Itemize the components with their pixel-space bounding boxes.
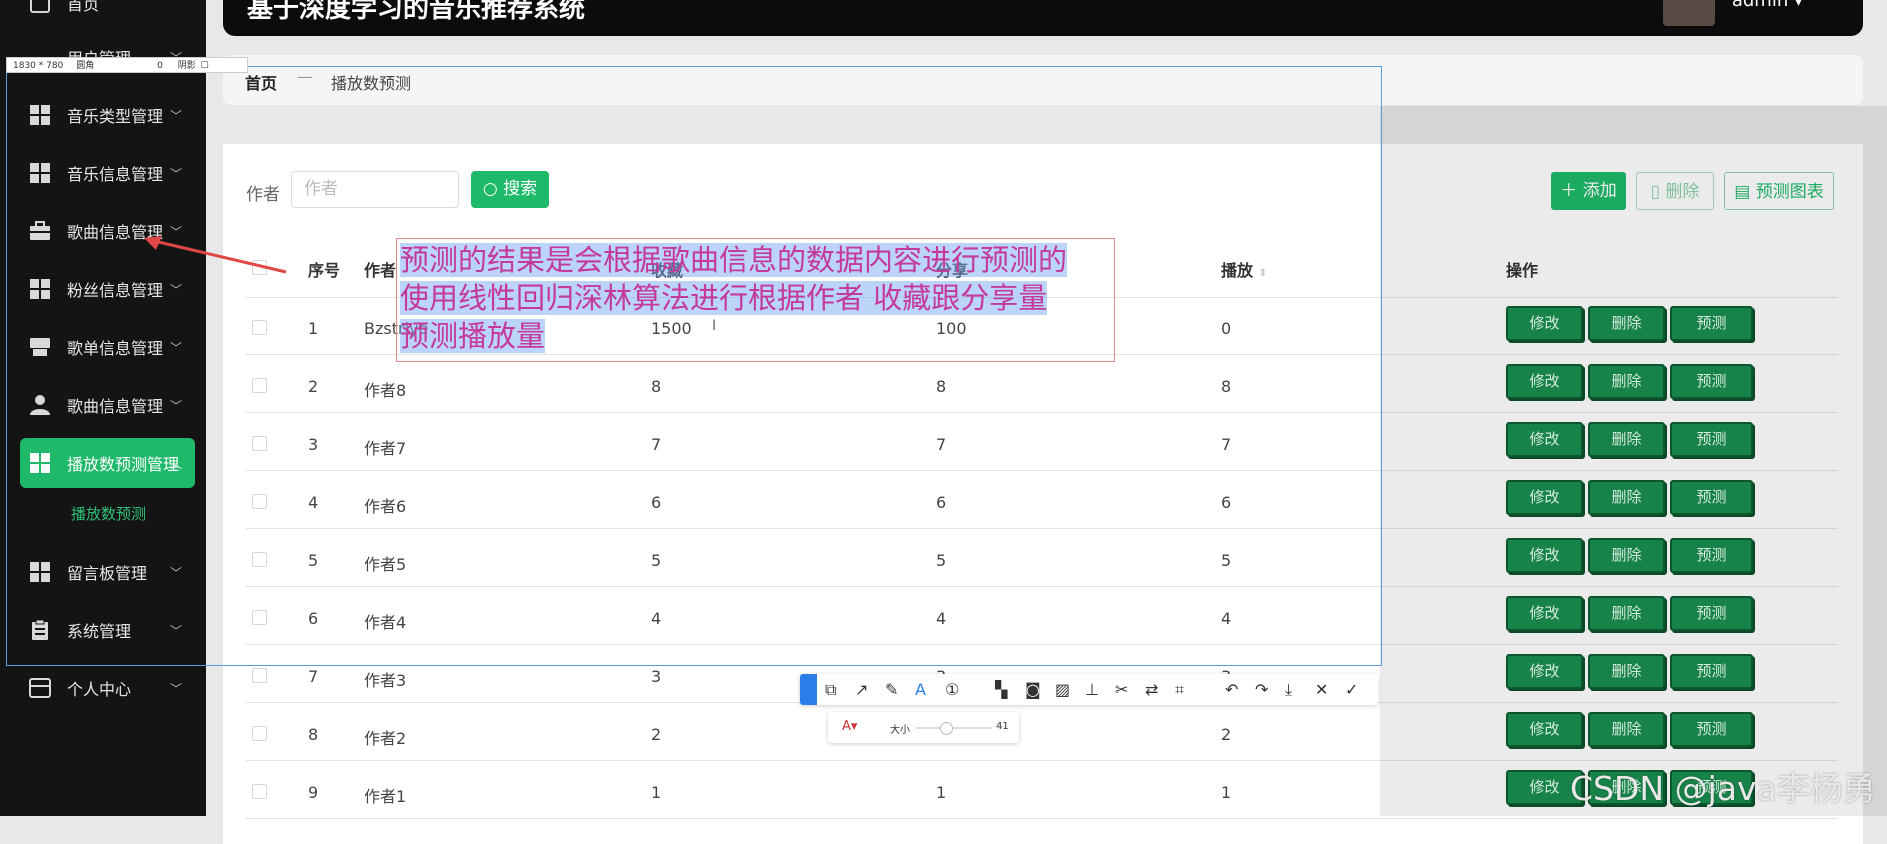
- edit-button[interactable]: 修改: [1506, 596, 1583, 631]
- arrow-icon[interactable]: ↗: [855, 680, 868, 699]
- blur-icon[interactable]: ▨: [1055, 680, 1070, 699]
- predict-button[interactable]: 预测: [1670, 364, 1753, 399]
- add-button-label: 添加: [1582, 181, 1617, 201]
- cell-no: 7: [308, 667, 319, 686]
- row-checkbox[interactable]: [252, 784, 267, 799]
- cell-author: 作者1: [364, 787, 407, 806]
- text-annotation: 预测的结果是会根据歌曲信息的数据内容进行预测的 使用线性回归深林算法进行根据作者…: [400, 241, 1068, 355]
- avatar[interactable]: [1663, 0, 1715, 26]
- divider: [246, 818, 1838, 819]
- translate-icon[interactable]: ⇄: [1145, 680, 1158, 699]
- column-header-actions: 操作: [1506, 261, 1539, 280]
- edit-button[interactable]: 修改: [1506, 538, 1583, 573]
- cell-no: 8: [308, 725, 319, 744]
- capture-info-bar: 1830 * 780 圆角 0 阴影 ☐: [6, 57, 248, 73]
- chart-button-label: 预测图表: [1755, 182, 1824, 202]
- mosaic-icon[interactable]: ▚: [995, 680, 1007, 699]
- annotation-line: 预测播放量: [400, 319, 546, 353]
- delete-button[interactable]: ▯ 删除: [1636, 172, 1714, 210]
- pin-top-icon[interactable]: ⊥: [1085, 680, 1099, 699]
- delete-button-label: 删除: [1665, 182, 1700, 202]
- capture-toolbar: ⧉ ↗ ✎ A ① ▚ ◙ ▨ ⊥ ✂ ⇄ ⌗ ↶ ↷ ⤓ ✕ ✓: [800, 674, 1378, 705]
- row-delete-button[interactable]: 删除: [1588, 654, 1665, 689]
- row-delete-button[interactable]: 删除: [1588, 306, 1665, 341]
- row-delete-button[interactable]: 删除: [1588, 596, 1665, 631]
- cell-fav: 3: [651, 667, 662, 686]
- edit-button[interactable]: 修改: [1506, 364, 1583, 399]
- capture-selection[interactable]: [6, 66, 1382, 666]
- font-size-label: 大小: [890, 725, 910, 736]
- close-icon[interactable]: ✕: [1315, 680, 1328, 699]
- text-icon[interactable]: A: [915, 680, 926, 699]
- cell-play: 1: [1221, 783, 1232, 802]
- row-delete-button[interactable]: 删除: [1588, 364, 1665, 399]
- corner-label: 圆角: [76, 61, 95, 71]
- arrow-annotation: [144, 236, 287, 274]
- cell-no: 9: [308, 783, 319, 802]
- number-icon[interactable]: ①: [945, 680, 959, 699]
- row-delete-button[interactable]: 删除: [1588, 712, 1665, 747]
- scissors-icon[interactable]: ✂: [1115, 680, 1128, 699]
- text-options-bar: A▾ 大小 41: [828, 712, 1019, 743]
- download-icon[interactable]: ⤓: [1285, 680, 1292, 700]
- edit-button[interactable]: 修改: [1506, 422, 1583, 457]
- predict-button[interactable]: 预测: [1670, 306, 1753, 341]
- predict-button[interactable]: 预测: [1670, 712, 1753, 747]
- cell-author: 作者2: [364, 729, 407, 748]
- user-menu[interactable]: admin ▾: [1732, 0, 1803, 11]
- font-color-icon[interactable]: A▾: [842, 719, 857, 734]
- cell-play: 2: [1221, 725, 1232, 744]
- undo-icon[interactable]: ↶: [1225, 680, 1238, 699]
- annotation-line: 使用线性回归深林算法进行根据作者 收藏跟分享量: [400, 281, 1048, 315]
- edit-button[interactable]: 修改: [1506, 480, 1583, 515]
- row-checkbox[interactable]: [252, 668, 267, 683]
- pin-icon[interactable]: [800, 674, 817, 705]
- row-delete-button[interactable]: 删除: [1588, 422, 1665, 457]
- shadow-checkbox[interactable]: ☐: [201, 61, 209, 71]
- corner-value[interactable]: 0: [157, 61, 163, 71]
- confirm-icon[interactable]: ✓: [1345, 680, 1358, 699]
- edit-button[interactable]: 修改: [1506, 654, 1583, 689]
- chart-icon: ▤: [1734, 182, 1751, 202]
- capture-size: 1830 * 780: [13, 61, 64, 71]
- row-delete-button[interactable]: 删除: [1588, 538, 1665, 573]
- predict-button[interactable]: 预测: [1670, 596, 1753, 631]
- add-button[interactable]: ＋ 添加: [1551, 172, 1626, 210]
- text-cursor-icon: I: [712, 318, 717, 334]
- cell-share: 1: [936, 783, 947, 802]
- app-title: 基于深度学习的音乐推荐系统: [247, 0, 586, 24]
- watermark: CSDN @java李杨勇: [1570, 769, 1876, 808]
- redo-icon[interactable]: ↷: [1255, 680, 1268, 699]
- plus-icon: ＋: [1560, 181, 1578, 201]
- font-size-value: 41: [996, 721, 1009, 732]
- cell-author: 作者3: [364, 671, 407, 690]
- row-checkbox[interactable]: [252, 726, 267, 741]
- sidebar-item-home[interactable]: 首页: [0, 0, 206, 28]
- top-header: 基于深度学习的音乐推荐系统 admin ▾: [223, 0, 1863, 36]
- row-delete-button[interactable]: 删除: [1588, 480, 1665, 515]
- annotation-line: 预测的结果是会根据歌曲信息的数据内容进行预测的: [400, 243, 1068, 277]
- ocr-icon[interactable]: ⌗: [1175, 680, 1184, 700]
- edit-button[interactable]: 修改: [1506, 712, 1583, 747]
- font-size-slider[interactable]: [916, 727, 992, 729]
- cell-fav: 1: [651, 783, 662, 802]
- prediction-chart-button[interactable]: ▤ 预测图表: [1724, 172, 1834, 210]
- pen-icon[interactable]: ✎: [885, 680, 898, 699]
- edit-button[interactable]: 修改: [1506, 306, 1583, 341]
- cell-fav: 2: [651, 725, 662, 744]
- trash-icon: ▯: [1650, 182, 1660, 202]
- predict-button[interactable]: 预测: [1670, 654, 1753, 689]
- predict-button[interactable]: 预测: [1670, 538, 1753, 573]
- slider-handle[interactable]: [940, 722, 953, 735]
- shadow-label: 阴影: [177, 61, 196, 71]
- highlight-icon[interactable]: ◙: [1025, 680, 1041, 699]
- sidebar-item-label: 首页: [67, 0, 100, 14]
- home-icon: [28, 0, 52, 15]
- shape-icon[interactable]: ⧉: [825, 680, 836, 700]
- predict-button[interactable]: 预测: [1670, 480, 1753, 515]
- predict-button[interactable]: 预测: [1670, 422, 1753, 457]
